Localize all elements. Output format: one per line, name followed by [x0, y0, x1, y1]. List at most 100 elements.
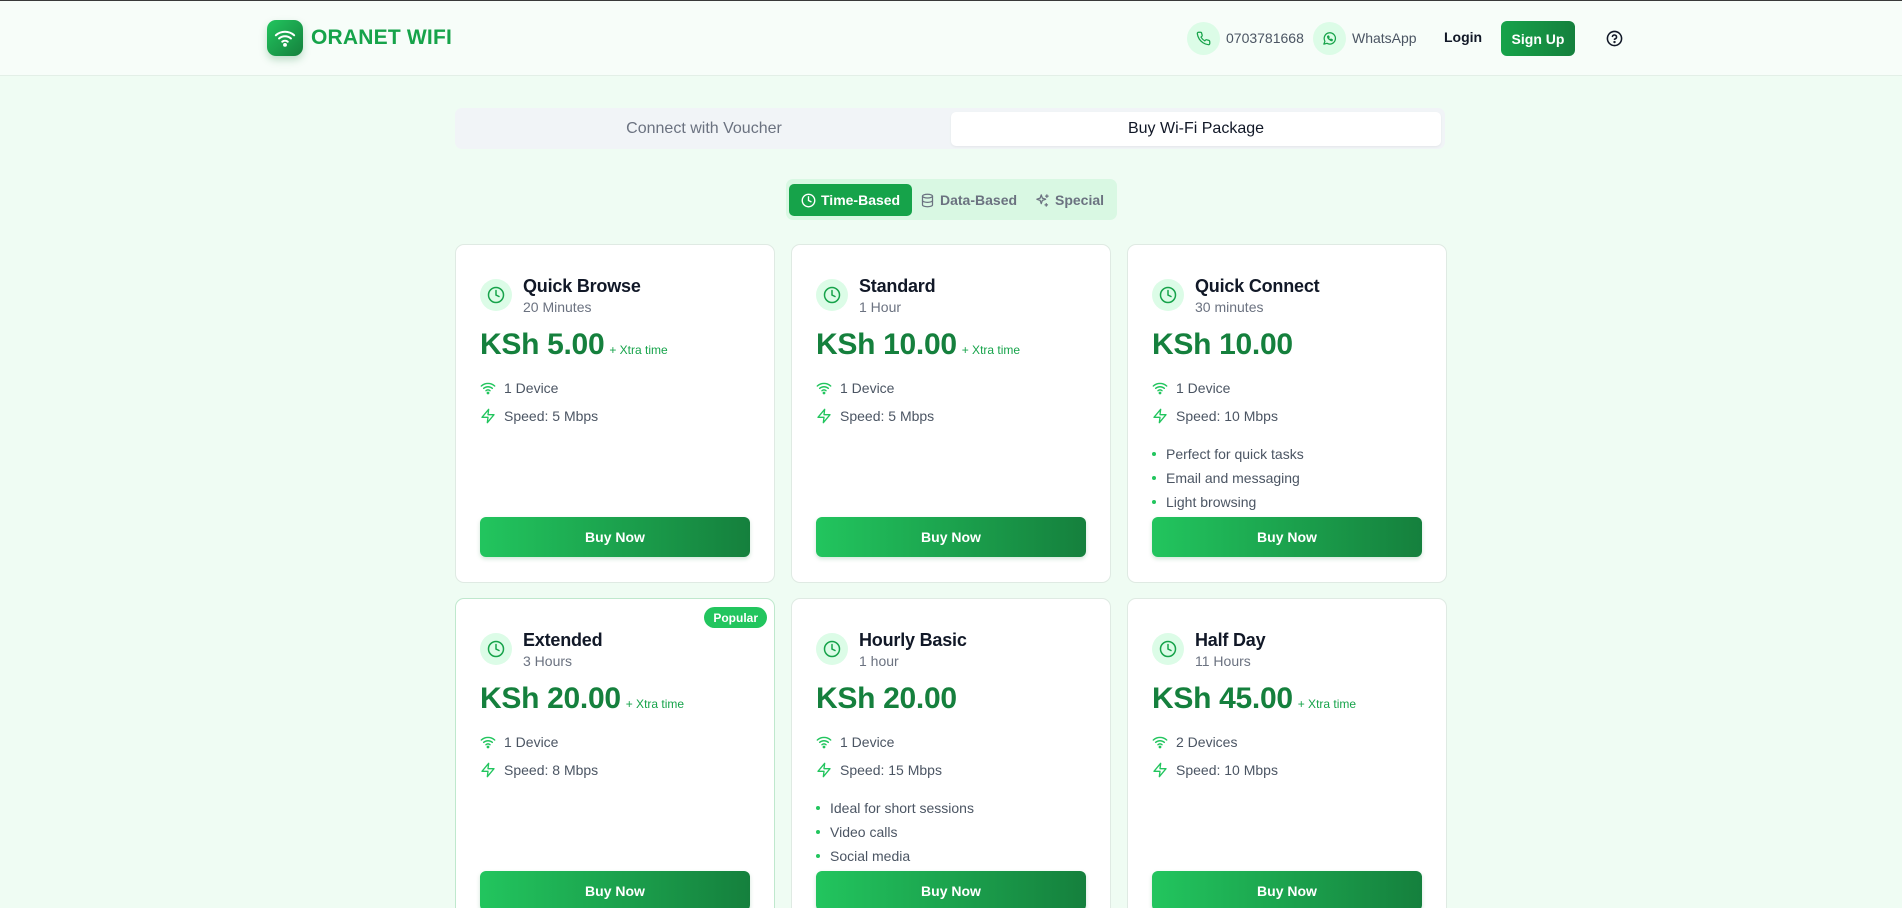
- wifi-icon: [816, 734, 840, 750]
- speed-text: Speed: 10 Mbps: [1176, 762, 1278, 778]
- wifi-icon: [480, 380, 504, 396]
- whatsapp-label: WhatsApp: [1352, 30, 1417, 46]
- tab-connect-voucher[interactable]: Connect with Voucher: [459, 112, 949, 146]
- package-duration: 11 Hours: [1195, 653, 1251, 669]
- tab-buy-package[interactable]: Buy Wi-Fi Package: [951, 112, 1441, 146]
- buy-now-button[interactable]: Buy Now: [816, 517, 1086, 557]
- package-card: Half Day 11 Hours KSh 45.00 + Xtra time …: [1127, 598, 1447, 908]
- speed-text: Speed: 10 Mbps: [1176, 408, 1278, 424]
- extra-time-note: + Xtra time: [625, 697, 685, 711]
- wifi-icon: [816, 380, 840, 396]
- devices-feature: 1 Device: [1152, 380, 1230, 396]
- package-type-tabs: Time-Based Data-Based Special: [786, 179, 1117, 220]
- sparkles-icon: [1036, 193, 1049, 207]
- login-link[interactable]: Login: [1444, 29, 1482, 45]
- devices-text: 1 Device: [1176, 380, 1231, 396]
- help-icon[interactable]: [1606, 30, 1623, 52]
- top-navbar: ORANET WIFI 0703781668 WhatsApp Login Si…: [0, 1, 1902, 76]
- tab-special[interactable]: Special: [1035, 184, 1104, 216]
- devices-feature: 1 Device: [480, 734, 558, 750]
- devices-text: 1 Device: [840, 380, 895, 396]
- devices-text: 1 Device: [504, 380, 559, 396]
- zap-icon: [816, 762, 840, 778]
- package-duration: 20 Minutes: [523, 299, 592, 315]
- bullet-item: Email and messaging: [1152, 466, 1304, 490]
- buy-now-button[interactable]: Buy Now: [816, 871, 1086, 908]
- devices-feature: 1 Device: [816, 380, 894, 396]
- zap-icon: [480, 762, 504, 778]
- speed-feature: Speed: 5 Mbps: [816, 408, 934, 424]
- phone-number: 0703781668: [1226, 30, 1304, 46]
- speed-text: Speed: 15 Mbps: [840, 762, 942, 778]
- zap-icon: [816, 408, 840, 424]
- package-name: Quick Connect: [1195, 276, 1320, 296]
- zap-icon: [1152, 762, 1176, 778]
- package-bullets: Ideal for short sessions Video calls Socia…: [816, 796, 974, 868]
- clock-icon: [1152, 633, 1184, 665]
- package-price: KSh 5.00: [480, 328, 605, 361]
- devices-feature: 1 Device: [816, 734, 894, 750]
- tab-time-based[interactable]: Time-Based: [789, 184, 913, 216]
- price-row: KSh 45.00 + Xtra time: [1152, 682, 1356, 716]
- package-name: Hourly Basic: [859, 630, 967, 650]
- wifi-icon: [1152, 380, 1176, 396]
- package-name: Extended: [523, 630, 603, 650]
- speed-feature: Speed: 5 Mbps: [480, 408, 598, 424]
- package-header: Standard 1 Hour: [816, 275, 936, 315]
- speed-feature: Speed: 10 Mbps: [1152, 408, 1278, 424]
- extra-time-note: + Xtra time: [609, 343, 668, 357]
- popular-badge: Popular: [704, 607, 767, 628]
- package-card: Quick Browse 20 Minutes KSh 5.00 + Xtra …: [455, 244, 775, 583]
- package-price: KSh 20.00: [816, 682, 957, 715]
- brand[interactable]: ORANET WIFI: [267, 20, 452, 56]
- speed-text: Speed: 5 Mbps: [840, 408, 935, 424]
- package-card: Hourly Basic 1 hour KSh 20.00 1 Device S…: [791, 598, 1111, 908]
- package-name: Half Day: [1195, 630, 1266, 650]
- package-duration: 1 hour: [859, 653, 899, 669]
- extra-time-note: + Xtra time: [1297, 697, 1357, 711]
- zap-icon: [480, 408, 504, 424]
- bullet-item: Video calls: [816, 820, 974, 844]
- package-card: Quick Connect 30 minutes KSh 10.00 1 Dev…: [1127, 244, 1447, 583]
- package-card: Popular Extended 3 Hours KSh 20.00 + Xtr…: [455, 598, 775, 908]
- package-header: Half Day 11 Hours: [1152, 629, 1266, 669]
- tab-data-based[interactable]: Data-Based: [920, 184, 1017, 216]
- buy-now-button[interactable]: Buy Now: [1152, 871, 1422, 908]
- package-price: KSh 20.00: [480, 682, 621, 715]
- package-header: Extended 3 Hours: [480, 629, 603, 669]
- speed-feature: Speed: 15 Mbps: [816, 762, 942, 778]
- devices-feature: 2 Devices: [1152, 734, 1237, 750]
- devices-text: 2 Devices: [1176, 734, 1238, 750]
- phone-link[interactable]: 0703781668: [1187, 21, 1304, 55]
- package-card: Standard 1 Hour KSh 10.00 + Xtra time 1 …: [791, 244, 1111, 583]
- wifi-logo-icon: [267, 20, 303, 56]
- package-name: Quick Browse: [523, 276, 641, 296]
- phone-icon: [1187, 21, 1220, 55]
- buy-now-button[interactable]: Buy Now: [480, 517, 750, 557]
- price-row: KSh 10.00 + Xtra time: [816, 328, 1020, 362]
- buy-now-button[interactable]: Buy Now: [480, 871, 750, 908]
- whatsapp-icon: [1313, 21, 1346, 55]
- speed-feature: Speed: 8 Mbps: [480, 762, 598, 778]
- bullet-item: Ideal for short sessions: [816, 796, 974, 820]
- zap-icon: [1152, 408, 1176, 424]
- price-row: KSh 20.00 + Xtra time: [480, 682, 684, 716]
- tab-data-based-label: Data-Based: [940, 192, 1018, 208]
- signup-button[interactable]: Sign Up: [1501, 21, 1575, 56]
- devices-text: 1 Device: [840, 734, 895, 750]
- package-bullets: Perfect for quick tasks Email and messagi…: [1152, 442, 1304, 514]
- package-price: KSh 45.00: [1152, 682, 1293, 715]
- clock-icon: [480, 279, 512, 311]
- speed-text: Speed: 8 Mbps: [504, 762, 599, 778]
- package-price: KSh 10.00: [816, 328, 957, 361]
- main-tabs: Connect with Voucher Buy Wi-Fi Package: [455, 108, 1445, 149]
- clock-icon: [480, 633, 512, 665]
- whatsapp-link[interactable]: WhatsApp: [1313, 21, 1417, 55]
- tab-special-label: Special: [1055, 192, 1105, 208]
- buy-now-button[interactable]: Buy Now: [1152, 517, 1422, 557]
- package-header: Hourly Basic 1 hour: [816, 629, 967, 669]
- clock-icon: [816, 633, 848, 665]
- clock-icon: [816, 279, 848, 311]
- clock-icon: [1152, 279, 1184, 311]
- extra-time-note: + Xtra time: [961, 343, 1021, 357]
